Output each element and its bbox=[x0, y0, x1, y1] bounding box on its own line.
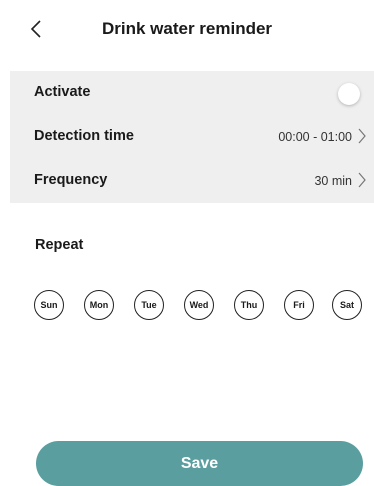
chevron-right-icon bbox=[358, 128, 366, 144]
day-thu[interactable]: Thu bbox=[234, 290, 264, 320]
frequency-label: Frequency bbox=[34, 172, 108, 188]
repeat-label: Repeat bbox=[35, 237, 84, 253]
save-button[interactable]: Save bbox=[36, 441, 363, 486]
header: Drink water reminder bbox=[0, 0, 374, 62]
repeat-days: Sun Mon Tue Wed Thu Fri Sat bbox=[34, 290, 364, 322]
day-sun[interactable]: Sun bbox=[34, 290, 64, 320]
day-fri[interactable]: Fri bbox=[284, 290, 314, 320]
page-title: Drink water reminder bbox=[101, 19, 273, 38]
toggle-knob bbox=[338, 83, 360, 105]
activate-label: Activate bbox=[34, 84, 91, 100]
day-sat[interactable]: Sat bbox=[332, 290, 362, 320]
frequency-value: 30 min bbox=[314, 174, 352, 188]
day-mon[interactable]: Mon bbox=[84, 290, 114, 320]
day-wed[interactable]: Wed bbox=[184, 290, 214, 320]
activate-toggle[interactable] bbox=[320, 82, 360, 106]
detection-time-value: 00:00 - 01:00 bbox=[278, 130, 352, 144]
frequency-row[interactable]: Frequency 30 min bbox=[10, 159, 374, 203]
day-tue[interactable]: Tue bbox=[134, 290, 164, 320]
chevron-right-icon bbox=[358, 172, 366, 188]
settings-panel: Activate Detection time 00:00 - 01:00 Fr… bbox=[10, 71, 374, 203]
activate-row: Activate bbox=[10, 71, 374, 115]
detection-time-label: Detection time bbox=[34, 128, 134, 144]
detection-time-row[interactable]: Detection time 00:00 - 01:00 bbox=[10, 115, 374, 159]
